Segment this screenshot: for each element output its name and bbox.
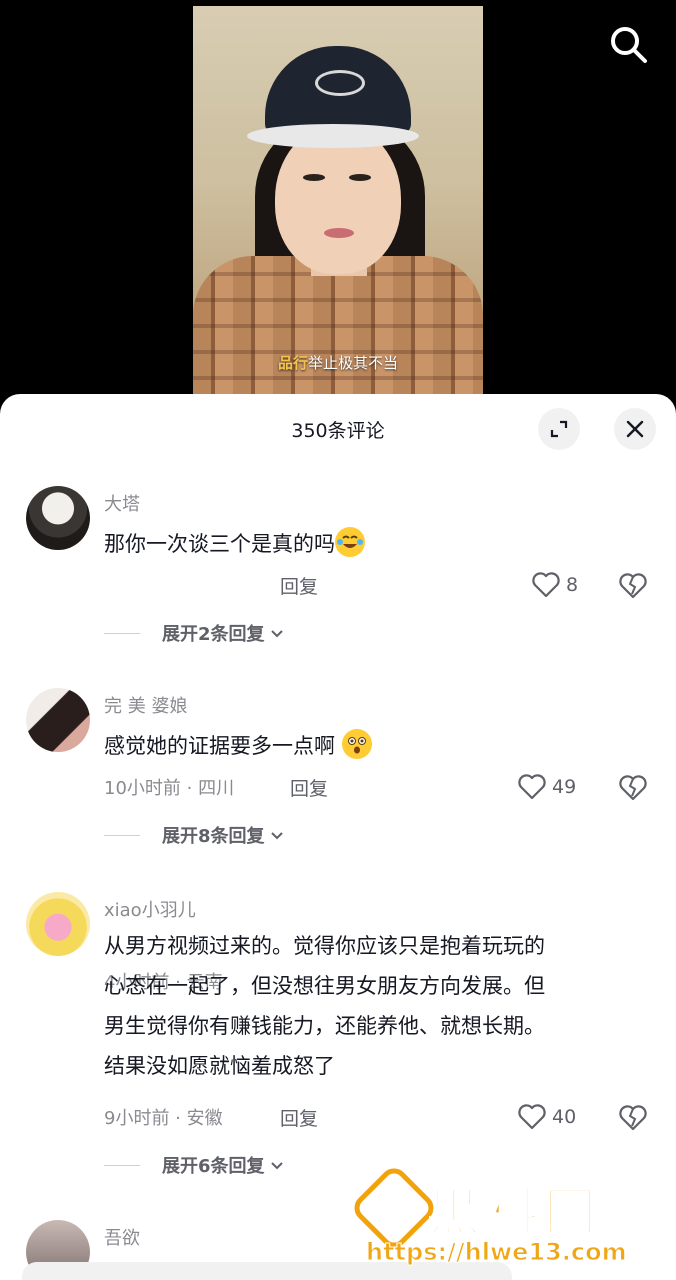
reply-button[interactable]: 回复 — [280, 1104, 318, 1131]
comment-text: 那你一次谈三个是真的吗 — [104, 524, 649, 564]
comment-time-location: 10小时前 · 四川 — [104, 778, 235, 799]
close-icon — [626, 420, 644, 438]
video-subtitle: 品行举止极其不当 — [277, 354, 399, 372]
comment-username[interactable]: xiao小羽儿 — [104, 896, 196, 922]
reply-button[interactable]: 回复 — [280, 572, 318, 599]
avatar[interactable] — [26, 688, 90, 752]
broken-heart-icon — [619, 1105, 647, 1131]
like-count: 49 — [552, 776, 577, 798]
chevron-down-icon — [270, 630, 283, 638]
close-panel-button[interactable] — [614, 408, 656, 450]
video-area[interactable]: 品行举止极其不当 — [0, 0, 676, 400]
comment-text: 从男方视频过来的。觉得你应该只是抱着玩玩的 心态在一起了，但没想往男女朋友方向发… — [104, 934, 545, 1078]
crying-laughing-emoji — [335, 527, 365, 557]
expand-replies-button[interactable]: 展开6条回复 — [104, 1152, 285, 1178]
avatar[interactable] — [26, 892, 90, 956]
chevron-down-icon — [270, 1162, 283, 1170]
like-button[interactable]: 8 — [532, 572, 578, 598]
expand-replies-button[interactable]: 展开2条回复 — [104, 620, 285, 646]
like-count: 40 — [552, 1106, 577, 1128]
comment-username[interactable]: 完 美 婆娘 — [104, 692, 187, 718]
comments-panel: 350条评论 大塔 那你一次谈三个是真的吗 4小时前 · 云南 回复 8 展开2… — [0, 394, 676, 1280]
watermark-url: https://hlwe13.com — [366, 1238, 628, 1267]
comment-text: 感觉她的证据要多一点啊 — [104, 726, 649, 766]
dislike-button[interactable] — [618, 774, 648, 804]
expand-icon — [550, 420, 568, 438]
like-button[interactable]: 49 — [518, 774, 576, 800]
thinking-emoji — [341, 729, 372, 759]
comment-time-location: 9小时前 · 安徽 — [104, 1108, 223, 1129]
like-count: 8 — [566, 574, 579, 596]
comment-username[interactable]: 吾欲 — [104, 1224, 140, 1250]
expand-panel-button[interactable] — [538, 408, 580, 450]
heart-icon — [518, 774, 546, 800]
heart-icon — [518, 1104, 546, 1130]
broken-heart-icon — [619, 775, 647, 801]
watermark-title: 黑料网 — [427, 1182, 603, 1244]
avatar[interactable] — [26, 486, 90, 550]
chevron-down-icon — [270, 832, 283, 840]
dislike-button[interactable] — [618, 572, 648, 602]
comment-username[interactable]: 大塔 — [104, 490, 140, 516]
like-button[interactable]: 40 — [518, 1104, 576, 1130]
dislike-button[interactable] — [618, 1104, 648, 1134]
heart-icon — [532, 572, 560, 598]
search-icon — [611, 27, 647, 63]
reply-button[interactable]: 回复 — [290, 774, 328, 801]
broken-heart-icon — [619, 573, 647, 599]
watermark: 黑料网 https://hlwe13.com — [348, 1162, 676, 1276]
search-button[interactable] — [604, 20, 652, 68]
expand-replies-button[interactable]: 展开8条回复 — [104, 822, 285, 848]
video-player[interactable]: 品行举止极其不当 — [193, 6, 483, 400]
